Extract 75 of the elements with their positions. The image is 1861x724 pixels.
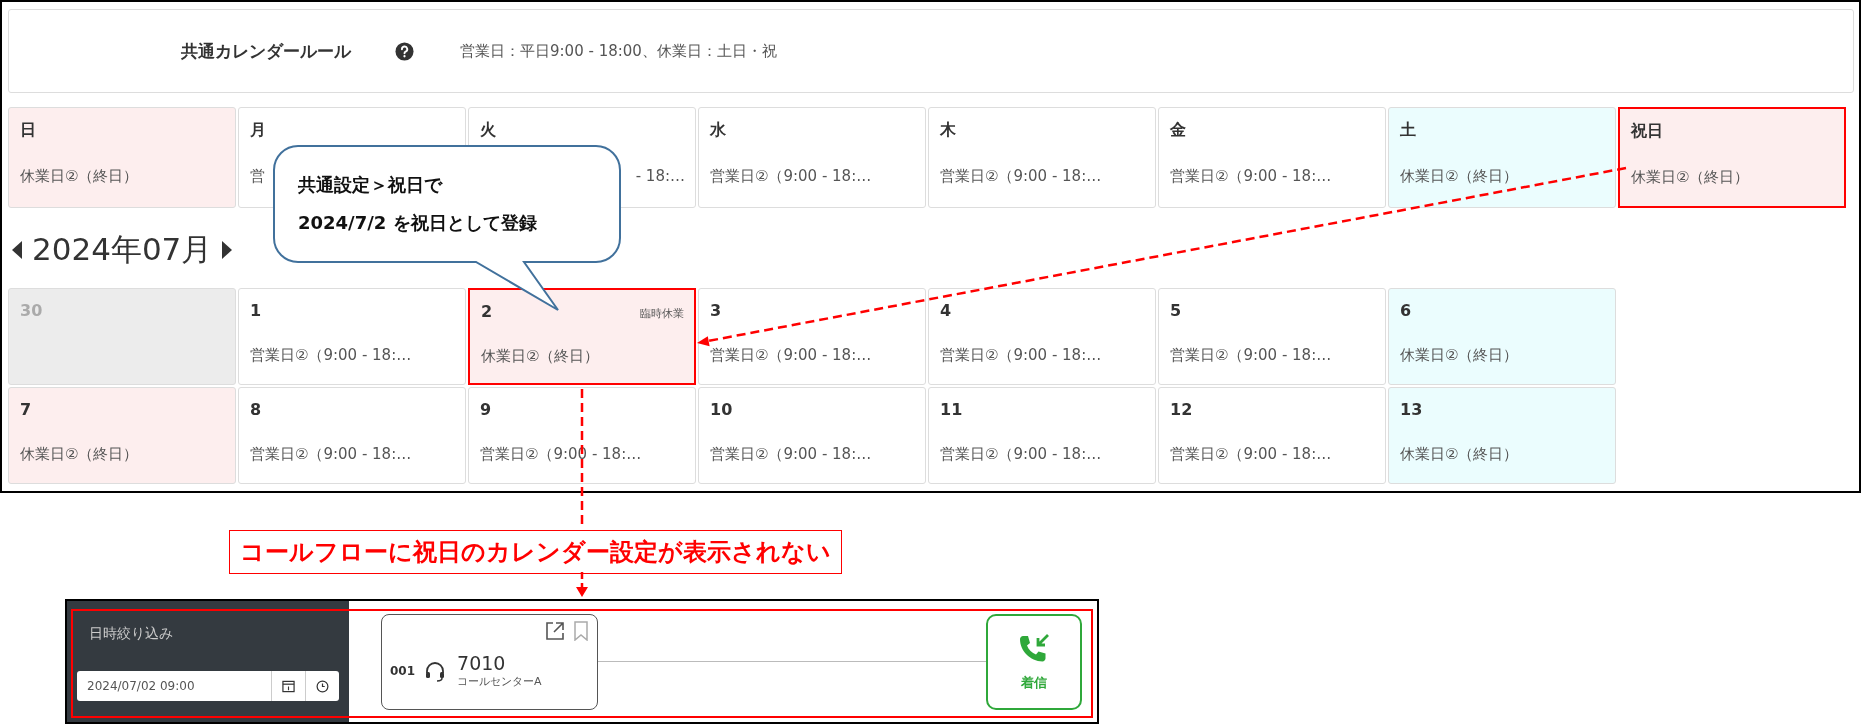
help-icon[interactable]	[395, 41, 414, 61]
flow-node-card[interactable]: 001 7010 コールセンターA	[381, 613, 598, 710]
day-number: 9	[480, 400, 492, 419]
day-cell[interactable]: 8 営業日②（9:00 - 18:…	[238, 387, 466, 484]
schedule-text: - 18:…	[635, 167, 685, 185]
day-number: 11	[940, 400, 963, 419]
day-number: 30	[20, 301, 43, 320]
schedule-text: 営業日②（9:00 - 18:…	[710, 445, 872, 464]
weekday-label: 木	[940, 120, 956, 141]
schedule-text: 休業日②（終日）	[1400, 346, 1519, 365]
schedule-text: 休業日②（終日）	[1400, 445, 1519, 464]
schedule-text: 営業日②（9:00 - 18:…	[1170, 346, 1332, 365]
callout-text: 共通設定＞祝日で 2024/7/2 を祝日として登録	[298, 173, 537, 235]
weekday-label: 金	[1170, 120, 1186, 141]
day-cell[interactable]: 1 営業日②（9:00 - 18:…	[238, 288, 466, 385]
annotation-label: コールフローに祝日のカレンダー設定が表示されない	[229, 530, 842, 574]
schedule-text: 休業日②（終日）	[481, 347, 600, 366]
day-cell[interactable]: 6 休業日②（終日）	[1388, 288, 1616, 385]
weekday-label: 月	[250, 120, 266, 141]
datetime-field[interactable]: 2024/07/02 09:00	[77, 671, 339, 701]
rule-title: 共通カレンダールール	[181, 39, 351, 63]
weekday-label: 日	[20, 120, 36, 141]
day-number: 13	[1400, 400, 1423, 419]
schedule-text: 営業日②（9:00 - 18:…	[250, 445, 412, 464]
day-cell[interactable]: 12 営業日②（9:00 - 18:…	[1158, 387, 1386, 484]
day-cell[interactable]: 2 臨時休業 休業日②（終日）	[468, 288, 696, 385]
schedule-text: 休業日②（終日）	[1400, 167, 1519, 186]
day-tag: 臨時休業	[640, 306, 684, 321]
schedule-text: 休業日②（終日）	[20, 445, 139, 464]
schedule-text: 休業日②（終日）	[20, 167, 139, 186]
schedule-text: 営業日②（9:00 - 18:…	[480, 445, 642, 464]
node-number: 001	[390, 663, 416, 678]
schedule-text: 営業日②（9:00 - 18:…	[710, 346, 872, 365]
schedule-text: 営業日②（9:00 - 18:…	[250, 346, 412, 365]
schedule-text: 営業日②（9:00 - 18:…	[710, 167, 872, 186]
day-cell[interactable]: 13 休業日②（終日）	[1388, 387, 1616, 484]
day-number: 7	[20, 400, 32, 419]
filter-label: 日時絞り込み	[89, 625, 174, 643]
weekday-label: 土	[1400, 120, 1416, 141]
calendar-icon[interactable]	[282, 679, 295, 693]
day-number: 8	[250, 400, 262, 419]
clock-icon[interactable]	[316, 679, 329, 693]
day-cell[interactable]: 5 営業日②（9:00 - 18:…	[1158, 288, 1386, 385]
rule-text: 営業日：平日9:00 - 18:00、休業日：土日・祝	[460, 41, 777, 61]
node-name: コールセンターA	[457, 674, 542, 689]
day-cell[interactable]: 4 営業日②（9:00 - 18:…	[928, 288, 1156, 385]
day-cell[interactable]: 7 休業日②（終日）	[8, 387, 236, 484]
dashed-arrow	[576, 572, 588, 597]
day-number: 12	[1170, 400, 1193, 419]
next-month-icon[interactable]	[222, 241, 233, 259]
day-cell[interactable]: 3 営業日②（9:00 - 18:…	[698, 288, 926, 385]
external-link-icon[interactable]	[545, 620, 565, 641]
schedule-text: 営業日②（9:00 - 18:…	[940, 346, 1102, 365]
day-number: 4	[940, 301, 952, 320]
weekday-label: 水	[710, 120, 726, 141]
schedule-text: 営	[250, 167, 265, 186]
day-cell[interactable]: 10 営業日②（9:00 - 18:…	[698, 387, 926, 484]
day-number: 10	[710, 400, 733, 419]
extension-number: 7010	[457, 652, 507, 674]
schedule-text: 休業日②（終日）	[1631, 168, 1750, 187]
schedule-text: 営業日②（9:00 - 18:…	[940, 445, 1102, 464]
day-number: 1	[250, 301, 262, 320]
weekday-label: 火	[480, 120, 496, 141]
schedule-text: 営業日②（9:00 - 18:…	[1170, 167, 1332, 186]
weekday-label: 祝日	[1631, 121, 1663, 142]
schedule-text: 営業日②（9:00 - 18:…	[940, 167, 1102, 186]
day-number: 5	[1170, 301, 1182, 320]
previous-month-icon[interactable]	[12, 241, 22, 259]
month-title: 2024年07月	[32, 230, 213, 269]
day-number: 3	[710, 301, 722, 320]
day-cell[interactable]: 9 営業日②（9:00 - 18:…	[468, 387, 696, 484]
day-number: 2	[481, 302, 493, 321]
day-number: 6	[1400, 301, 1412, 320]
schedule-text: 営業日②（9:00 - 18:…	[1170, 445, 1332, 464]
day-cell[interactable]: 11 営業日②（9:00 - 18:…	[928, 387, 1156, 484]
